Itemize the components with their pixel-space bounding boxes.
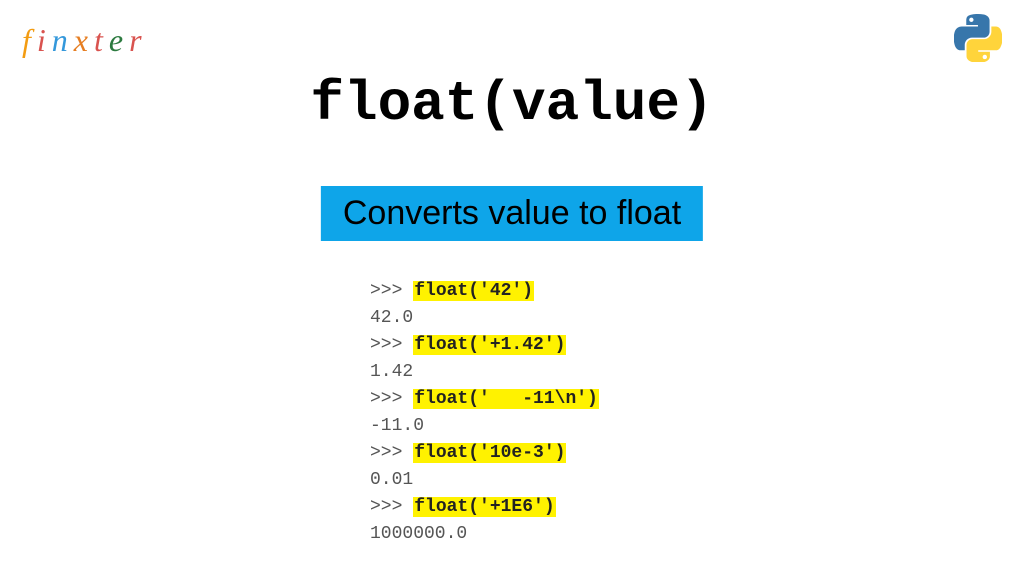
repl-prompt: >>> [370, 389, 413, 409]
code-row: >>> float(' -11\n') [370, 386, 599, 413]
subtitle-banner: Converts value to float [321, 186, 703, 241]
code-output: 1000000.0 [370, 521, 599, 548]
brand-logo: finxter [22, 22, 148, 59]
code-example: >>> float('42') 42.0 >>> float('+1.42') … [370, 278, 599, 548]
repl-prompt: >>> [370, 443, 413, 463]
code-output: 42.0 [370, 305, 599, 332]
brand-letter: r [129, 22, 147, 59]
repl-prompt: >>> [370, 335, 413, 355]
code-row: >>> float('+1.42') [370, 332, 599, 359]
code-output: 1.42 [370, 359, 599, 386]
python-icon [954, 14, 1002, 62]
page-title: float(value) [0, 72, 1024, 136]
repl-prompt: >>> [370, 281, 413, 301]
code-call: float(' -11\n') [413, 389, 599, 409]
brand-letter: t [94, 22, 109, 59]
subtitle-text: Converts value to float [343, 194, 681, 232]
repl-prompt: >>> [370, 497, 413, 517]
brand-letter: f [22, 22, 37, 59]
brand-letter: e [109, 22, 129, 59]
code-call: float('10e-3') [413, 443, 566, 463]
code-row: >>> float('42') [370, 278, 599, 305]
brand-letter: n [52, 22, 74, 59]
code-output: 0.01 [370, 467, 599, 494]
brand-letter: i [37, 22, 52, 59]
code-call: float('+1.42') [413, 335, 566, 355]
code-call: float('+1E6') [413, 497, 555, 517]
brand-letter: x [74, 22, 94, 59]
code-row: >>> float('10e-3') [370, 440, 599, 467]
code-call: float('42') [413, 281, 534, 301]
code-row: >>> float('+1E6') [370, 494, 599, 521]
code-output: -11.0 [370, 413, 599, 440]
